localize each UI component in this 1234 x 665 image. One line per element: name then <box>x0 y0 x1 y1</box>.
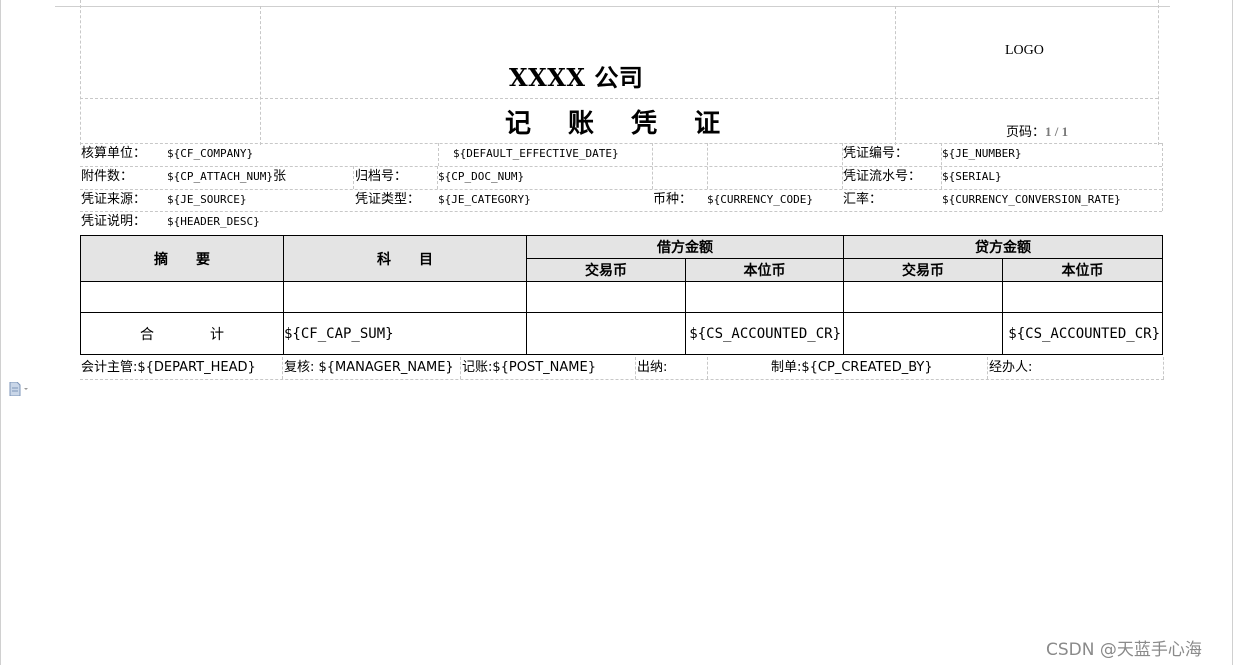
voucher-no-value: ${JE_NUMBER} <box>942 147 1022 160</box>
debit-local-currency-header: 本位币 <box>685 258 844 282</box>
table-cell <box>1002 281 1163 313</box>
guide-line <box>282 357 283 379</box>
account-header: 科 目 <box>283 235 527 282</box>
desc-value: ${HEADER_DESC} <box>167 215 260 228</box>
guide-line <box>80 98 1158 99</box>
signature-preparer: 制单:${CP_CREATED_BY} <box>771 360 933 375</box>
guide-line <box>438 143 439 166</box>
page-number-label: 页码： <box>1006 125 1046 140</box>
guide-line <box>260 6 261 145</box>
guide-line <box>987 357 988 379</box>
rate-label: 汇率： <box>843 192 883 207</box>
total-row: 合 计 ${CF_CAP_SUM} ${CS_ACCOUNTED_CR} ${C… <box>80 312 1163 355</box>
logo-text: LOGO <box>1005 43 1044 58</box>
doc-no-value: ${CP_DOC_NUM} <box>438 170 525 183</box>
table-row <box>80 281 1163 313</box>
guide-line <box>1163 357 1164 379</box>
source-label: 凭证来源： <box>81 192 147 207</box>
serial-label: 凭证流水号： <box>843 169 922 184</box>
guide-line <box>635 357 636 379</box>
table-cell <box>526 312 686 355</box>
table-cell <box>685 281 844 313</box>
credit-trans-currency-header: 交易币 <box>843 258 1003 282</box>
voucher-table: 摘 要 科 目 借方金额 贷方金额 交易币 本位币 交易币 本位币 合 计 ${… <box>80 235 1163 355</box>
summary-header: 摘 要 <box>80 235 284 282</box>
attach-label: 附件数： <box>81 169 134 184</box>
doc-no-label: 归档号： <box>355 169 408 184</box>
table-header-row: 摘 要 科 目 借方金额 贷方金额 <box>80 235 1163 282</box>
credit-local-currency-header: 本位币 <box>1002 258 1163 282</box>
page-number: 页码：1 / 1 <box>1006 121 1068 140</box>
page-edge-left <box>0 0 1 665</box>
attach-unit: 张 <box>272 169 286 184</box>
signature-review: 复核: ${MANAGER_NAME} <box>284 360 454 375</box>
table-cell <box>80 281 284 313</box>
company-title: XXXX 公司 <box>509 63 644 92</box>
credit-local-total: ${CS_ACCOUNTED_CR} <box>1002 312 1163 355</box>
source-value: ${JE_SOURCE} <box>167 193 247 206</box>
guide-line <box>707 143 708 189</box>
attach-value-wrap: ${CP_ATTACH_NUM}张 <box>167 166 286 188</box>
signature-cashier: 出纳: <box>637 360 668 375</box>
guide-line <box>80 0 81 145</box>
page-top-line <box>55 6 1170 7</box>
table-cell <box>283 281 527 313</box>
debit-local-total: ${CS_ACCOUNTED_CR} <box>685 312 844 355</box>
type-label: 凭证类型： <box>355 192 421 207</box>
company-value: ${CF_COMPANY} <box>167 147 254 160</box>
total-cap-sum: ${CF_CAP_SUM} <box>283 312 527 355</box>
document-options-icon[interactable] <box>9 382 31 396</box>
signature-bookkeeper: 记账:${POST_NAME} <box>462 360 597 375</box>
serial-value: ${SERIAL} <box>942 170 1002 183</box>
guide-line <box>1162 143 1163 211</box>
signature-handler: 经办人: <box>989 360 1033 375</box>
guide-line <box>80 379 1164 380</box>
debit-header: 借方金额 <box>526 235 844 259</box>
signature-chief: 会计主管:${DEPART_HEAD} <box>81 360 256 375</box>
effective-date-value: ${DEFAULT_EFFECTIVE_DATE} <box>453 147 619 160</box>
debit-trans-currency-header: 交易币 <box>526 258 686 282</box>
rate-value: ${CURRENCY_CONVERSION_RATE} <box>942 193 1121 206</box>
credit-header: 贷方金额 <box>843 235 1163 259</box>
attach-value: ${CP_ATTACH_NUM} <box>167 170 273 183</box>
guide-line <box>353 166 354 189</box>
total-label: 合 计 <box>80 312 284 355</box>
guide-line <box>1158 0 1159 145</box>
guide-line <box>707 357 708 379</box>
table-cell <box>526 281 686 313</box>
page-edge-right <box>1232 0 1233 665</box>
currency-value: ${CURRENCY_CODE} <box>707 193 813 206</box>
guide-line <box>895 6 896 145</box>
type-value: ${JE_CATEGORY} <box>438 193 531 206</box>
desc-label: 凭证说明： <box>81 214 147 229</box>
table-cell <box>843 312 1003 355</box>
table-cell <box>843 281 1003 313</box>
page-number-value: 1 / 1 <box>1045 124 1069 139</box>
guide-line <box>652 143 653 189</box>
watermark-text: CSDN @天蓝手心海 <box>1046 640 1202 660</box>
guide-line <box>460 357 461 379</box>
voucher-title: 记 账 凭 证 <box>505 109 735 139</box>
currency-label: 币种： <box>653 192 693 207</box>
company-label: 核算单位： <box>81 146 147 161</box>
voucher-no-label: 凭证编号： <box>843 146 909 161</box>
